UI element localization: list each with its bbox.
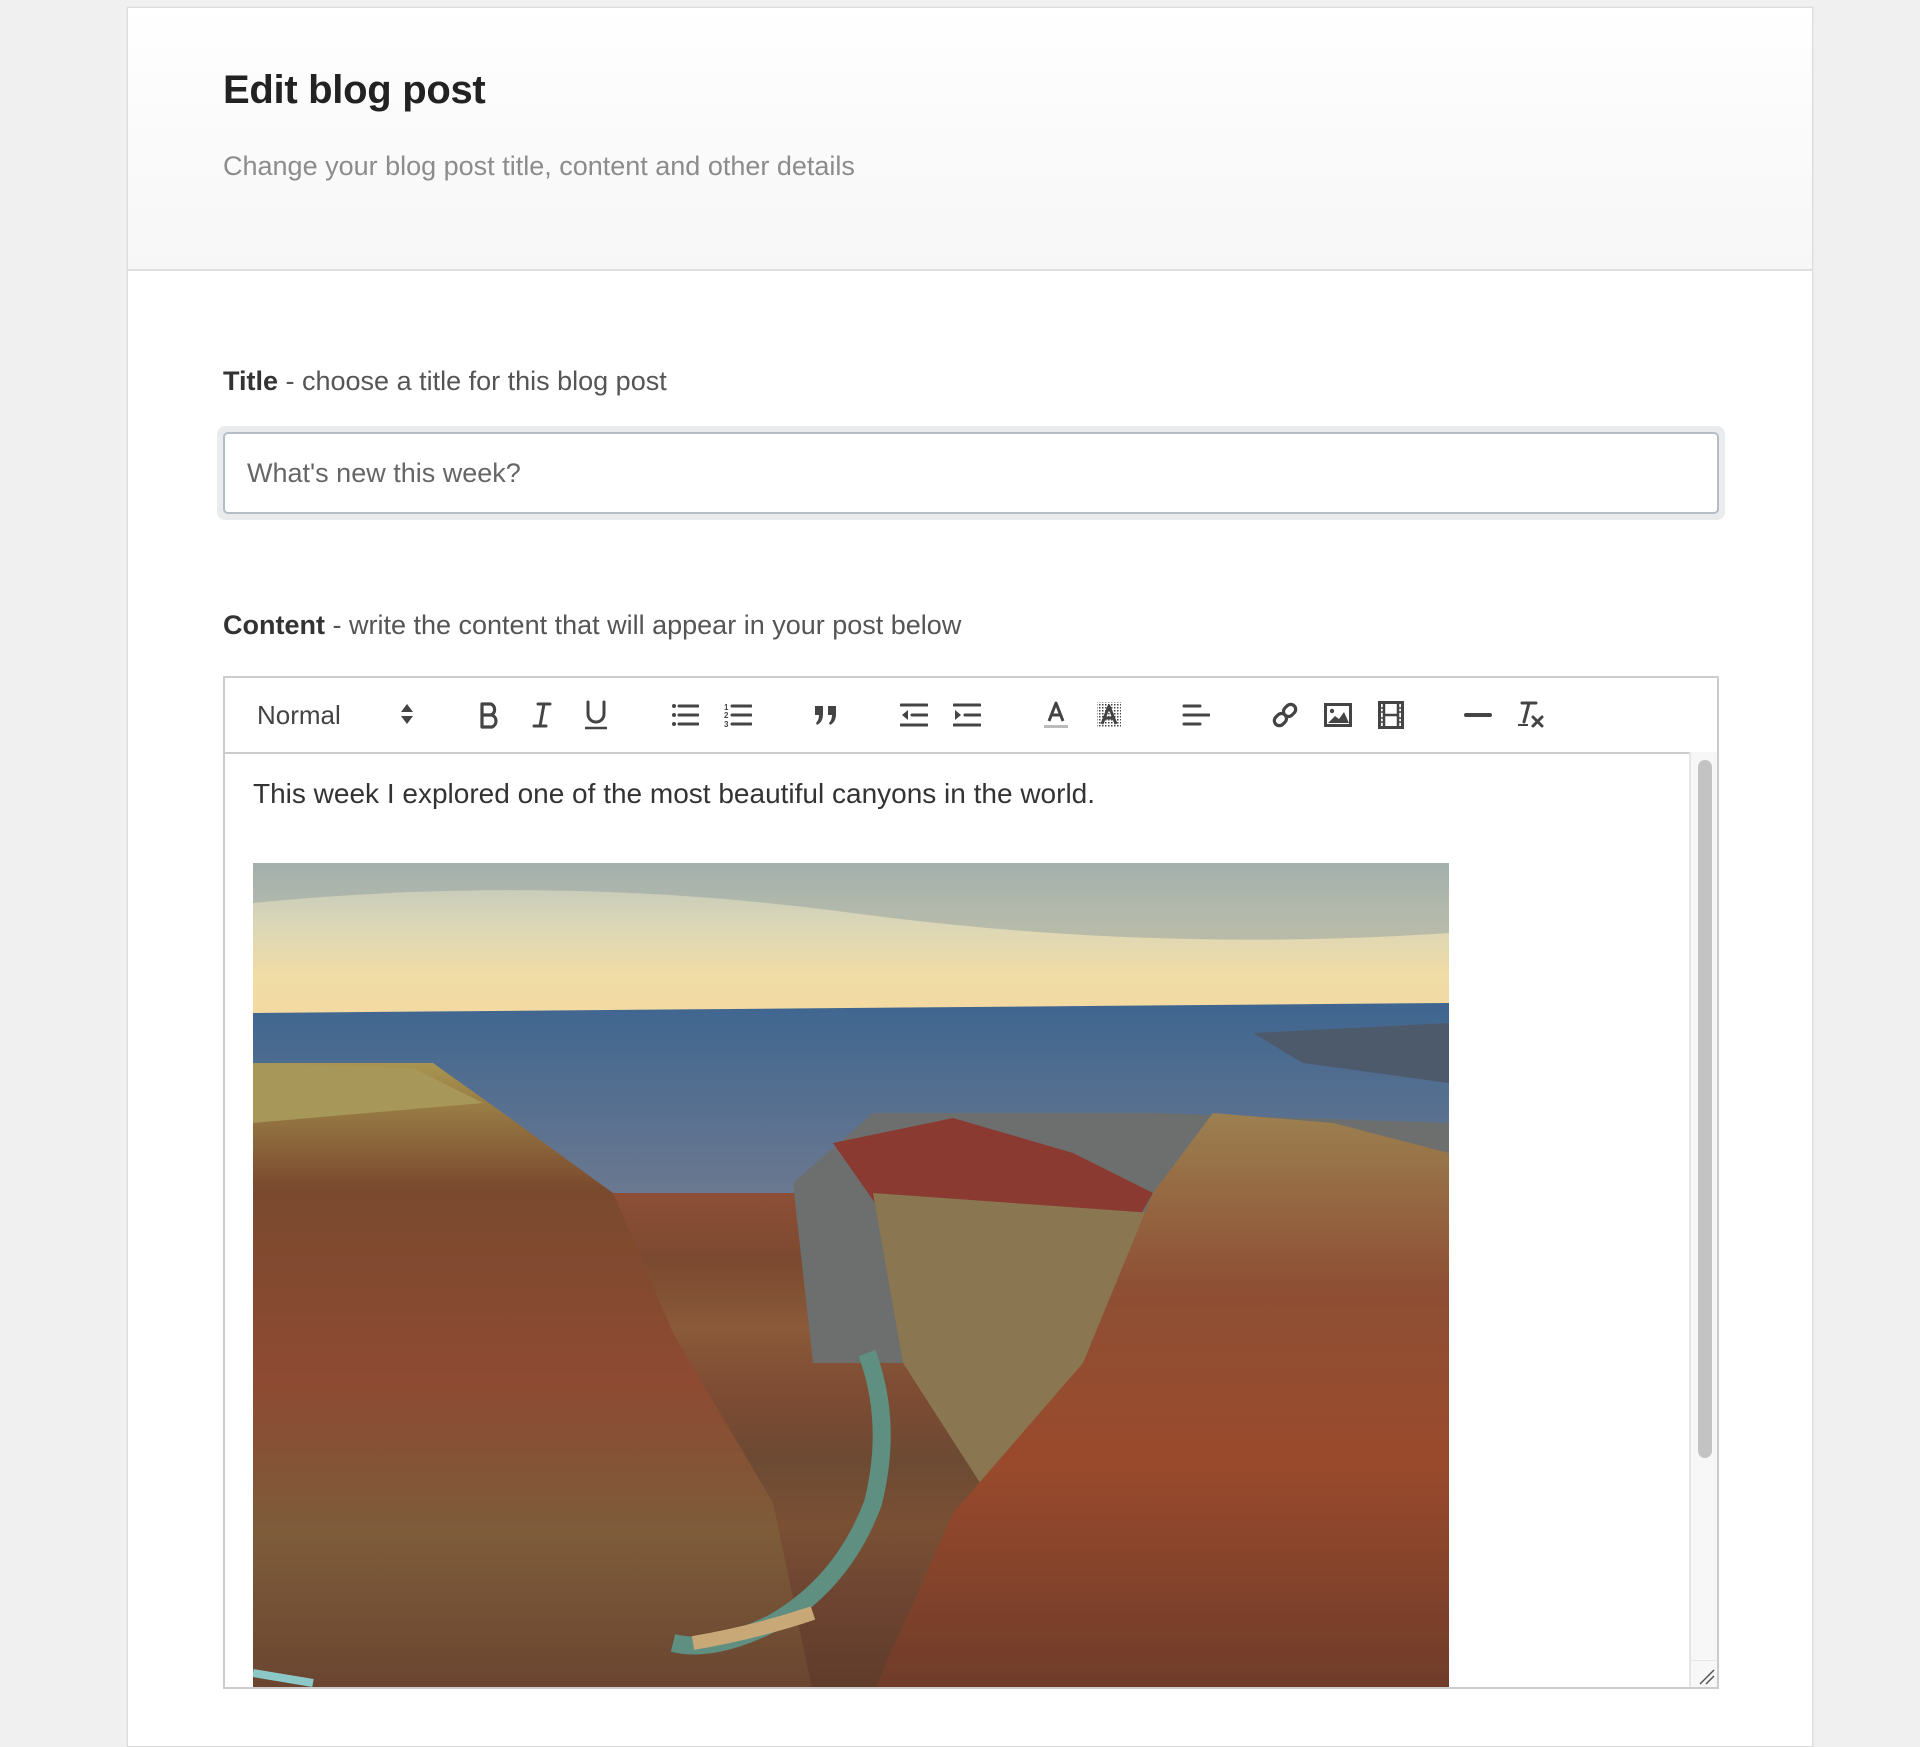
bullet-list-icon (671, 703, 699, 727)
underline-icon (583, 700, 609, 730)
ordered-list-icon: 123 (724, 702, 752, 728)
canyon-photo-illustration (253, 863, 1449, 1687)
blockquote-button[interactable] (809, 698, 843, 732)
background-color-icon (1096, 701, 1122, 729)
page-title: Edit blog post (223, 68, 486, 112)
embedded-canyon-image[interactable] (253, 863, 1449, 1687)
title-input[interactable] (223, 432, 1719, 514)
background-color-picker[interactable] (1092, 698, 1126, 732)
align-select[interactable] (1179, 698, 1213, 732)
bullet-list-button[interactable] (668, 698, 702, 732)
header-format-value: Normal (257, 699, 341, 730)
editor-resize-handle[interactable] (1689, 1660, 1717, 1687)
image-button[interactable] (1321, 698, 1355, 732)
content-label-hint: - write the content that will appear in … (324, 610, 962, 640)
italic-button[interactable] (525, 698, 559, 732)
bold-icon (478, 701, 502, 729)
horizontal-rule-button[interactable] (1461, 698, 1495, 732)
editor-content-area[interactable]: This week I explored one of the most bea… (225, 752, 1717, 1687)
text-color-picker[interactable] (1039, 698, 1073, 732)
editor-scrollbar[interactable] (1689, 752, 1717, 1687)
editor-scrollbar-thumb[interactable] (1698, 760, 1712, 1458)
title-input-focus-ring (217, 426, 1725, 520)
indent-button[interactable] (950, 698, 984, 732)
align-left-icon (1182, 703, 1210, 727)
image-icon (1324, 703, 1352, 727)
ordered-list-button[interactable]: 123 (721, 698, 755, 732)
link-button[interactable] (1268, 698, 1302, 732)
underline-button[interactable] (579, 698, 613, 732)
video-button[interactable] (1374, 698, 1408, 732)
edit-post-card: Edit blog post Change your blog post tit… (127, 7, 1813, 1747)
rich-text-editor: Normal 123 This week I explored one of t… (223, 676, 1719, 1689)
resize-grip-icon (1699, 1669, 1715, 1685)
card-header: Edit blog post Change your blog post tit… (128, 8, 1812, 271)
title-field-label: Title - choose a title for this blog pos… (223, 366, 667, 397)
content-label-bold: Content (223, 610, 325, 640)
title-label-bold: Title (223, 366, 279, 396)
select-arrows-icon (400, 703, 414, 730)
text-color-icon (1043, 700, 1069, 730)
outdent-button[interactable] (897, 698, 931, 732)
horizontal-rule-icon (1464, 712, 1492, 718)
page-subtitle: Change your blog post title, content and… (223, 151, 855, 181)
editor-paragraph[interactable]: This week I explored one of the most bea… (253, 778, 1095, 810)
svg-text:2: 2 (724, 711, 729, 720)
editor-toolbar: Normal 123 (225, 678, 1717, 754)
clear-formatting-icon (1516, 700, 1546, 730)
content-field-label: Content - write the content that will ap… (223, 610, 961, 641)
title-label-hint: - choose a title for this blog post (278, 366, 667, 396)
svg-text:3: 3 (724, 720, 729, 728)
bold-button[interactable] (473, 698, 507, 732)
clear-formatting-button[interactable] (1514, 698, 1548, 732)
header-format-select[interactable]: Normal (257, 694, 427, 736)
video-icon (1378, 701, 1404, 729)
outdent-icon (900, 703, 928, 727)
indent-icon (953, 703, 981, 727)
italic-icon (530, 701, 554, 729)
quote-icon (813, 704, 839, 726)
link-icon (1271, 701, 1299, 729)
